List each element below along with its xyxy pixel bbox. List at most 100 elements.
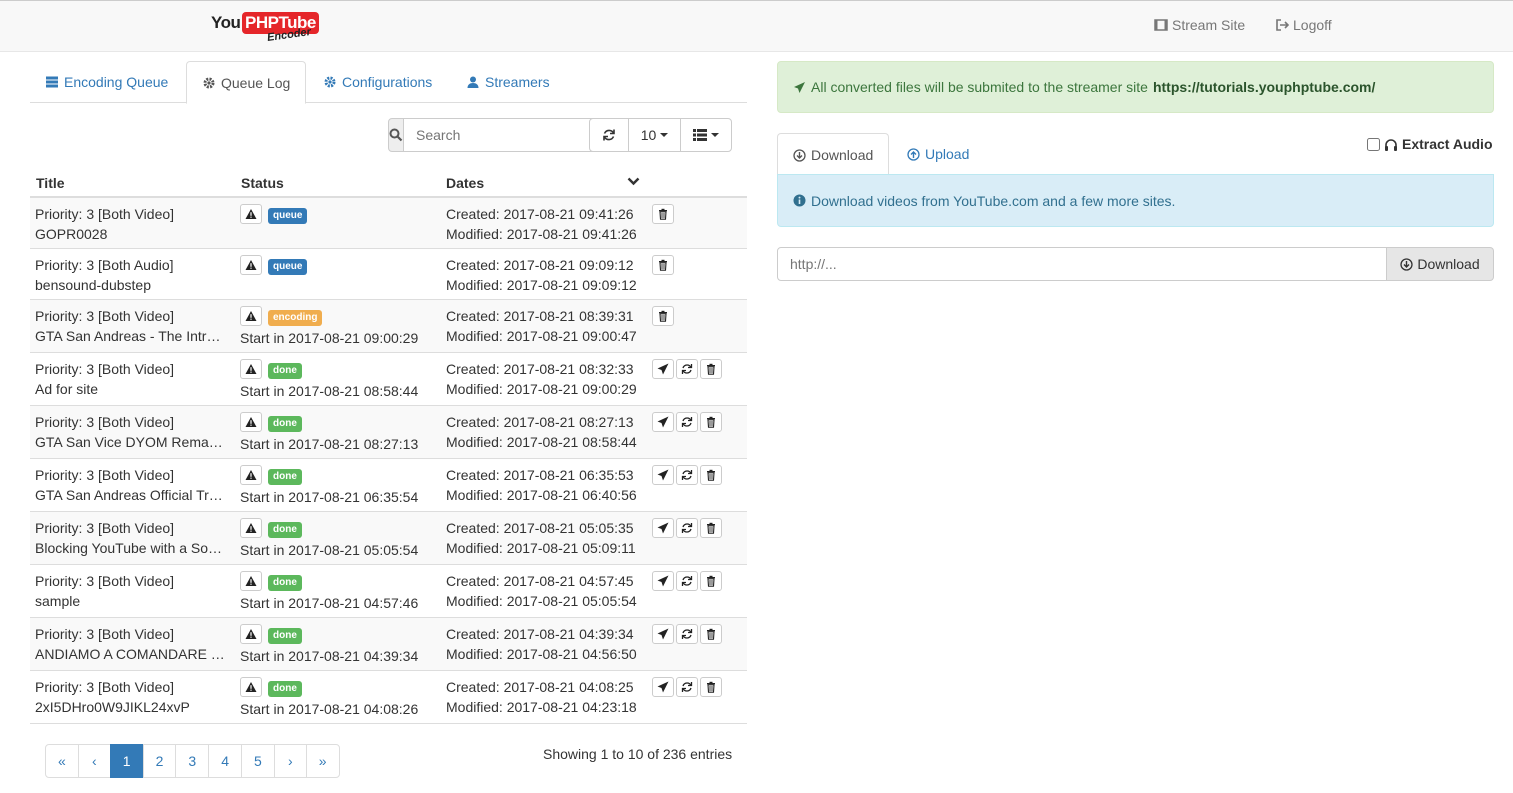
send-button[interactable] <box>652 465 674 485</box>
video-url-input[interactable] <box>777 247 1387 281</box>
reencode-button[interactable] <box>676 571 698 591</box>
warning-button[interactable] <box>240 624 262 644</box>
streamer-url: https://tutorials.youphptube.com/ <box>1152 79 1376 95</box>
tab-label: Streamers <box>485 74 550 90</box>
extract-audio-checkbox[interactable] <box>1367 137 1380 151</box>
column-title[interactable]: Title <box>36 175 65 191</box>
row-priority: Priority: 3 [Both Video] <box>35 679 175 695</box>
warning-button[interactable] <box>240 677 262 697</box>
columns-dropdown[interactable] <box>680 118 732 152</box>
reencode-button[interactable] <box>676 677 698 697</box>
warning-button[interactable] <box>240 306 262 326</box>
page-4-button[interactable]: 4 <box>208 744 242 778</box>
send-icon <box>657 416 669 428</box>
reencode-button[interactable] <box>676 412 698 432</box>
row-modified: Modified: 2017-08-21 04:23:18 <box>446 699 637 715</box>
streamer-alert-text: All converted files will be submited to … <box>811 79 1148 95</box>
stream-site-link[interactable]: Stream Site <box>1154 17 1245 33</box>
sort-chevron-icon[interactable] <box>627 177 640 186</box>
row-created: Created: 2017-08-21 05:05:35 <box>446 520 634 536</box>
row-modified: Modified: 2017-08-21 09:41:26 <box>446 226 637 242</box>
prev-page-button[interactable]: ‹ <box>77 744 111 778</box>
column-dates[interactable]: Dates <box>446 175 484 191</box>
delete-button[interactable] <box>700 465 722 485</box>
column-status[interactable]: Status <box>241 175 284 191</box>
send-button[interactable] <box>652 571 674 591</box>
tab-queue-log[interactable]: Queue Log <box>186 61 307 104</box>
row-title: sample <box>35 593 81 609</box>
refresh-icon <box>603 129 615 141</box>
row-priority: Priority: 3 [Both Video] <box>35 414 175 430</box>
tab-encoding-queue[interactable]: Encoding Queue <box>30 61 183 103</box>
delete-button[interactable] <box>700 677 722 697</box>
tab-label: Encoding Queue <box>64 74 169 90</box>
tab-label: Configurations <box>342 74 433 90</box>
delete-button[interactable] <box>700 359 722 379</box>
table-row: Priority: 3 [Both Video] GTA San Vice DYO… <box>30 406 747 459</box>
search-icon <box>388 118 404 152</box>
youphptube-logo[interactable]: You PHPTube Encoder <box>211 12 323 44</box>
reencode-button[interactable] <box>676 465 698 485</box>
row-modified: Modified: 2017-08-21 05:05:54 <box>446 593 637 609</box>
warning-button[interactable] <box>240 412 262 432</box>
first-page-button[interactable]: « <box>45 744 79 778</box>
table-row: Priority: 3 [Both Video] GTA San Andreas … <box>30 459 747 512</box>
trash-icon <box>705 522 717 534</box>
last-page-button[interactable]: » <box>305 744 340 778</box>
refresh-button[interactable] <box>589 118 629 152</box>
table-row: Priority: 3 [Both Video] sample done Start … <box>30 565 747 618</box>
page-5-button[interactable]: 5 <box>240 744 275 778</box>
delete-button[interactable] <box>652 204 674 224</box>
warning-button[interactable] <box>240 359 262 379</box>
warning-button[interactable] <box>240 465 262 485</box>
send-button[interactable] <box>652 359 674 379</box>
trash-icon <box>705 363 717 375</box>
next-page-button[interactable]: › <box>273 744 307 778</box>
row-created: Created: 2017-08-21 08:39:31 <box>446 308 634 324</box>
delete-button[interactable] <box>700 571 722 591</box>
delete-button[interactable] <box>700 624 722 644</box>
page-3-button[interactable]: 3 <box>175 744 210 778</box>
gear-icon <box>203 77 215 88</box>
send-button[interactable] <box>652 518 674 538</box>
tab-upload[interactable]: Upload <box>892 133 984 175</box>
warning-button[interactable] <box>240 518 262 538</box>
trash-icon <box>705 575 717 587</box>
status-badge: queue <box>268 208 308 224</box>
page-1-button[interactable]: 1 <box>109 744 144 778</box>
row-created: Created: 2017-08-21 09:41:26 <box>446 206 634 222</box>
warning-button[interactable] <box>240 255 262 275</box>
tab-configurations[interactable]: Configurations <box>308 61 447 103</box>
row-created: Created: 2017-08-21 04:39:34 <box>446 626 634 642</box>
warning-button[interactable] <box>240 204 262 224</box>
warning-icon <box>245 208 257 220</box>
status-badge: done <box>268 363 302 379</box>
trash-icon <box>657 259 669 271</box>
delete-button[interactable] <box>652 255 674 275</box>
page-2-button[interactable]: 2 <box>142 744 177 778</box>
row-created: Created: 2017-08-21 04:57:45 <box>446 573 634 589</box>
row-created: Created: 2017-08-21 06:35:53 <box>446 467 634 483</box>
row-priority: Priority: 3 [Both Video] <box>35 308 175 324</box>
status-badge: done <box>268 469 302 485</box>
send-button[interactable] <box>652 412 674 432</box>
warning-button[interactable] <box>240 571 262 591</box>
delete-button[interactable] <box>700 518 722 538</box>
send-button[interactable] <box>652 624 674 644</box>
logoff-link[interactable]: Logoff <box>1275 17 1332 33</box>
page-size-dropdown[interactable]: 10 <box>628 118 681 152</box>
reencode-button[interactable] <box>676 518 698 538</box>
delete-button[interactable] <box>700 412 722 432</box>
refresh-icon <box>681 363 693 375</box>
tab-streamers[interactable]: Streamers <box>451 61 565 103</box>
reencode-button[interactable] <box>676 359 698 379</box>
logo-you: You <box>211 13 241 32</box>
row-modified: Modified: 2017-08-21 05:09:11 <box>446 540 636 556</box>
tab-download[interactable]: Download <box>777 133 890 176</box>
search-input[interactable] <box>404 118 610 152</box>
row-title: 2xI5DHro0W9JIKL24xvP <box>35 699 190 715</box>
delete-button[interactable] <box>652 306 674 326</box>
download-button[interactable]: Download <box>1387 247 1494 281</box>
send-button[interactable] <box>652 677 674 697</box>
reencode-button[interactable] <box>676 624 698 644</box>
